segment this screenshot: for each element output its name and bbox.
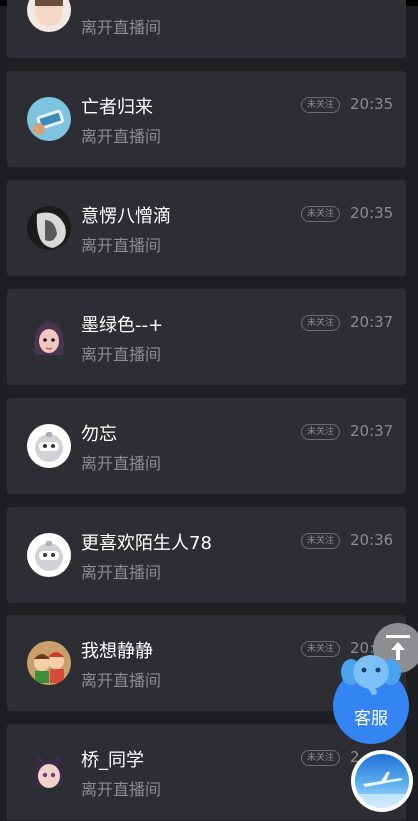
status-text: 离开直播间 — [81, 563, 162, 582]
timestamp: 20:37 — [350, 422, 394, 440]
user-name: 勿忘 — [81, 424, 117, 445]
elephant-mascot-icon — [341, 655, 401, 695]
status-text: 离开直播间 — [81, 345, 162, 364]
user-name: 我想静静 — [81, 641, 153, 662]
user-name: 更喜欢陌生人78 — [81, 533, 212, 554]
user-name: 意愣八憎滴 — [81, 206, 171, 227]
list-item[interactable]: 亡者归来 离开直播间 未关注 20:35 — [7, 71, 406, 167]
status-text: 离开直播间 — [81, 671, 162, 690]
avatar-bw-face-icon — [27, 206, 71, 250]
list-item[interactable]: 桥_同学 离开直播间 未关注 2 — [7, 724, 406, 820]
avatar-robot-icon — [27, 533, 71, 577]
status-text: 离开直播间 — [81, 127, 162, 146]
avatar-3d-girl-icon — [27, 315, 71, 359]
not-following-badge[interactable]: 未关注 — [301, 206, 341, 222]
list-item[interactable]: 离开直播间 — [7, 0, 406, 58]
timestamp: 20:35 — [350, 95, 394, 113]
avatar-cartoon-icon — [27, 0, 71, 32]
list-item[interactable]: 勿忘 离开直播间 未关注 20:37 — [7, 398, 406, 494]
avatar-phone-photo-icon — [27, 97, 71, 141]
not-following-badge[interactable]: 未关注 — [301, 424, 341, 440]
not-following-badge[interactable]: 未关注 — [301, 315, 341, 331]
user-name: 桥_同学 — [81, 750, 144, 771]
airplane-sky-icon — [355, 754, 409, 808]
status-text: 离开直播间 — [81, 780, 162, 799]
avatar-kids-cartoon-icon — [27, 641, 71, 685]
user-name: 墨绿色--+ — [81, 315, 164, 336]
timestamp: 20:35 — [350, 204, 394, 222]
timestamp: 20:36 — [350, 531, 394, 549]
user-name: 亡者归来 — [81, 97, 153, 118]
status-text: 离开直播间 — [81, 18, 162, 37]
not-following-badge[interactable]: 未关注 — [301, 750, 341, 766]
list-item[interactable]: 墨绿色--+ 离开直播间 未关注 20:37 — [7, 289, 406, 385]
status-text: 离开直播间 — [81, 236, 162, 255]
customer-service-button[interactable]: 客服 — [333, 652, 409, 744]
not-following-badge[interactable]: 未关注 — [301, 533, 341, 549]
customer-service-label: 客服 — [354, 709, 388, 729]
status-text: 离开直播间 — [81, 454, 162, 473]
list-item[interactable]: 更喜欢陌生人78 离开直播间 未关注 20:36 — [7, 507, 406, 603]
timestamp: 20:37 — [350, 313, 394, 331]
avatar-robot-icon — [27, 424, 71, 468]
list-item[interactable]: 意愣八憎滴 离开直播间 未关注 20:35 — [7, 180, 406, 276]
not-following-badge[interactable]: 未关注 — [301, 97, 341, 113]
floating-app-button[interactable] — [351, 750, 413, 812]
avatar-cat-girl-icon — [27, 750, 71, 794]
